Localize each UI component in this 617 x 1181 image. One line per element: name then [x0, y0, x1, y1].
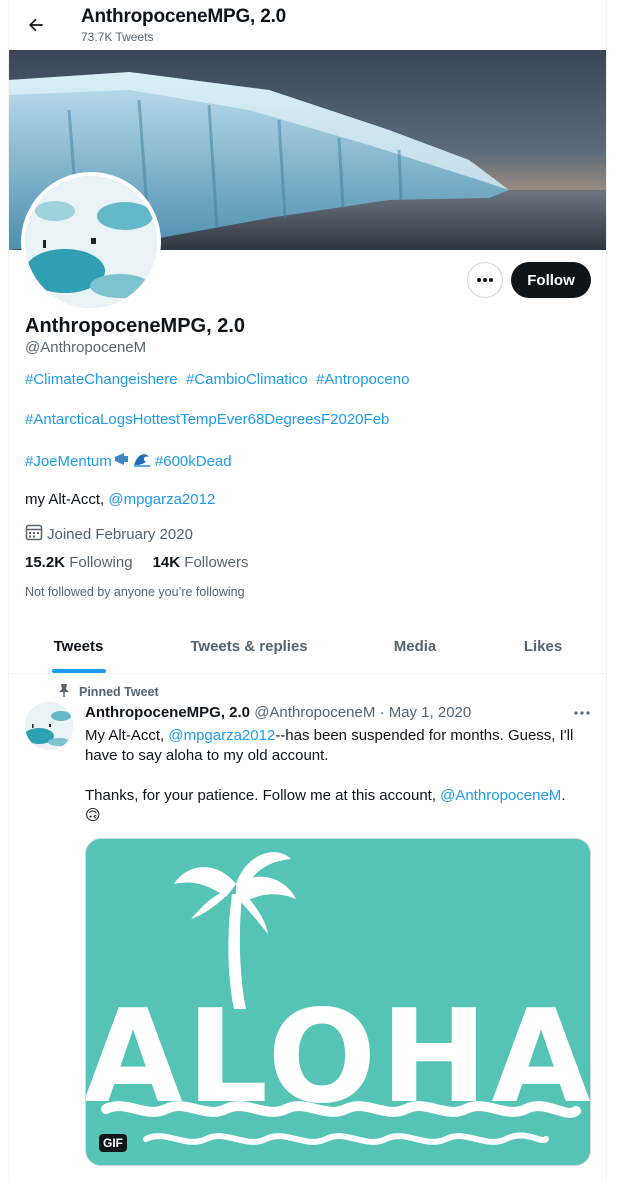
hashtag-link[interactable]: #JoeMentum: [25, 453, 112, 470]
tweet-mention-link[interactable]: @mpgarza2012: [168, 727, 275, 744]
profile-tabs: Tweets Tweets & replies Media Likes: [9, 620, 606, 674]
profile-handle: @AnthropoceneM: [25, 339, 147, 356]
hashtag-link[interactable]: #ClimateChangeishere: [25, 371, 178, 388]
tweet-header: AnthropoceneMPG, 2.0 @AnthropoceneM · Ma…: [85, 704, 471, 721]
follow-stats: 15.2K Following 14K Followers: [25, 554, 248, 571]
profile-avatar[interactable]: [21, 172, 161, 312]
tweet-mention-link[interactable]: @AnthropoceneM: [440, 787, 561, 804]
tweet-gif[interactable]: ALOHA GIF: [85, 838, 591, 1166]
bio-hashtags-row-1: #ClimateChangeishere #CambioClimatico #A…: [25, 371, 409, 388]
tweet-date[interactable]: May 1, 2020: [389, 704, 472, 721]
tweet-more-icon[interactable]: [571, 702, 593, 724]
profile-column: AnthropoceneMPG, 2.0 73.7K Tweets Follow…: [8, 0, 607, 1181]
pinned-label: Pinned Tweet: [79, 684, 159, 699]
upside-down-face-icon: 🙃: [85, 807, 101, 824]
more-options-button[interactable]: [467, 262, 503, 298]
bio-hashtags-row-3: #JoeMentum #600kDead: [25, 451, 232, 471]
followers-label: Followers: [184, 554, 249, 571]
following-link[interactable]: 15.2K Following: [25, 554, 133, 571]
tweet-count: 73.7K Tweets: [81, 30, 154, 44]
header-title: AnthropoceneMPG, 2.0: [81, 6, 287, 27]
not-followed-note: Not followed by anyone you’re following: [25, 585, 245, 599]
pinned-indicator: Pinned Tweet: [57, 683, 159, 700]
joined-text: Joined February 2020: [47, 525, 193, 543]
tweet-paragraph-2: Thanks, for your patience. Follow me at …: [85, 786, 590, 826]
bio-text-prefix: my Alt-Acct,: [25, 491, 109, 508]
aloha-graphic: ALOHA: [86, 839, 590, 1165]
joined-date: Joined February 2020: [25, 523, 193, 545]
bio-text: my Alt-Acct, @mpgarza2012: [25, 491, 215, 508]
hashtag-link[interactable]: #Antropoceno: [316, 371, 409, 388]
gif-badge: GIF: [99, 1134, 127, 1152]
tab-likes[interactable]: Likes: [480, 620, 606, 673]
tab-tweets[interactable]: Tweets: [9, 620, 148, 673]
megaphone-icon: [114, 452, 132, 470]
tweet-separator: ·: [379, 704, 385, 721]
hashtag-link[interactable]: #CambioClimatico: [186, 371, 308, 388]
tweet-author-handle[interactable]: @AnthropoceneM: [254, 704, 375, 721]
following-label: Following: [69, 554, 133, 571]
followers-count: 14K: [152, 554, 181, 571]
bio-mention-link[interactable]: @mpgarza2012: [108, 491, 215, 508]
calendar-icon: [25, 523, 43, 545]
tweet-text-part: My Alt-Acct,: [85, 727, 169, 744]
top-bar: AnthropoceneMPG, 2.0 73.7K Tweets: [9, 0, 606, 50]
tweet-text-part: .: [561, 787, 566, 804]
tab-media[interactable]: Media: [350, 620, 480, 673]
follow-button[interactable]: Follow: [511, 262, 591, 298]
tab-tweets-replies[interactable]: Tweets & replies: [148, 620, 350, 673]
hashtag-link[interactable]: #AntarcticaLogsHottestTempEver68DegreesF…: [25, 411, 389, 428]
back-arrow-icon[interactable]: [25, 14, 47, 36]
tweet-text-part: Thanks, for your patience. Follow me at …: [85, 787, 441, 804]
profile-name: AnthropoceneMPG, 2.0: [25, 315, 246, 337]
following-count: 15.2K: [25, 554, 66, 571]
wave-icon: [133, 451, 151, 471]
bio-hashtags-row-2: #AntarcticaLogsHottestTempEver68DegreesF…: [25, 411, 389, 428]
pin-icon: [57, 683, 71, 700]
tweet-author-name[interactable]: AnthropoceneMPG, 2.0: [85, 704, 250, 721]
tweet-author-avatar[interactable]: [25, 702, 73, 750]
more-dots-icon: [477, 278, 493, 282]
tweet-text: My Alt-Acct, @mpgarza2012--has been susp…: [85, 726, 590, 826]
followers-link[interactable]: 14K Followers: [153, 554, 249, 571]
hashtag-link[interactable]: #600kDead: [155, 453, 232, 470]
tweet-paragraph-1: My Alt-Acct, @mpgarza2012--has been susp…: [85, 726, 590, 766]
